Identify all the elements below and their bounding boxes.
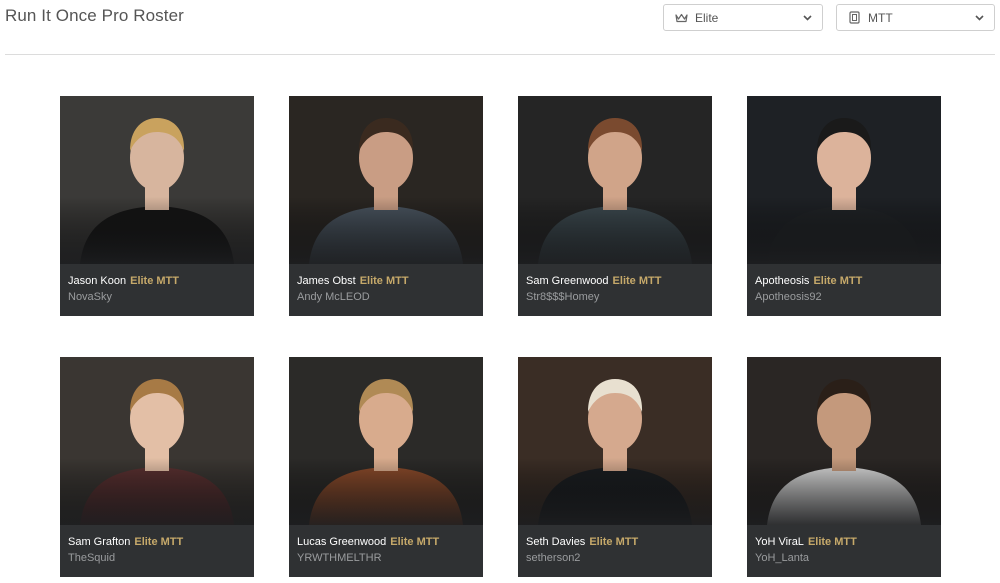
player-name-line: Jason Koon Elite MTT <box>68 275 179 287</box>
player-tier-tag: Elite MTT <box>612 275 662 287</box>
player-name: Seth Davies <box>526 536 586 548</box>
player-name-line: Lucas Greenwood Elite MTT <box>297 536 439 548</box>
player-handle: setherson2 <box>526 552 581 564</box>
crown-icon <box>674 11 688 25</box>
player-info: Sam Greenwood Elite MTT Str8$$$Homey <box>518 264 712 316</box>
player-info: James Obst Elite MTT Andy McLEOD <box>289 264 483 316</box>
page-title: Run It Once Pro Roster <box>5 6 184 25</box>
player-name-line: Apotheosis Elite MTT <box>755 275 862 287</box>
player-photo <box>518 96 712 264</box>
player-handle: Str8$$$Homey <box>526 291 600 303</box>
player-card[interactable]: Sam Grafton Elite MTT TheSquid <box>60 357 254 577</box>
player-tier-tag: Elite MTT <box>589 536 639 548</box>
player-name: Sam Grafton <box>68 536 131 548</box>
player-card[interactable]: YoH ViraL Elite MTT YoH_Lanta <box>747 357 941 577</box>
player-card[interactable]: Sam Greenwood Elite MTT Str8$$$Homey <box>518 96 712 316</box>
player-tier-tag: Elite MTT <box>359 275 409 287</box>
player-tier-tag: Elite MTT <box>807 536 857 548</box>
player-info: Sam Grafton Elite MTT TheSquid <box>60 525 254 577</box>
player-info: Lucas Greenwood Elite MTT YRWTHMELTHR <box>289 525 483 577</box>
player-tier-tag: Elite MTT <box>813 275 863 287</box>
player-name: James Obst <box>297 275 356 287</box>
player-info: Apotheosis Elite MTT Apotheosis92 <box>747 264 941 316</box>
player-photo <box>60 96 254 264</box>
tier-filter-dropdown[interactable]: Elite <box>663 4 823 31</box>
player-photo <box>518 357 712 525</box>
player-info: Jason Koon Elite MTT NovaSky <box>60 264 254 316</box>
player-card[interactable]: Lucas Greenwood Elite MTT YRWTHMELTHR <box>289 357 483 577</box>
player-card[interactable]: James Obst Elite MTT Andy McLEOD <box>289 96 483 316</box>
player-name-line: Sam Grafton Elite MTT <box>68 536 183 548</box>
player-name-line: Seth Davies Elite MTT <box>526 536 638 548</box>
player-name: Jason Koon <box>68 275 127 287</box>
player-name: YoH ViraL <box>755 536 804 548</box>
player-card[interactable]: Seth Davies Elite MTT setherson2 <box>518 357 712 577</box>
player-handle: Apotheosis92 <box>755 291 822 303</box>
player-tier-tag: Elite MTT <box>134 536 184 548</box>
player-handle: Andy McLEOD <box>297 291 370 303</box>
player-photo <box>60 357 254 525</box>
player-name-line: YoH ViraL Elite MTT <box>755 536 857 548</box>
chevron-down-icon <box>975 13 985 23</box>
chevron-down-icon <box>803 13 813 23</box>
player-tier-tag: Elite MTT <box>390 536 440 548</box>
player-card[interactable]: Apotheosis Elite MTT Apotheosis92 <box>747 96 941 316</box>
player-info: Seth Davies Elite MTT setherson2 <box>518 525 712 577</box>
player-name: Apotheosis <box>755 275 810 287</box>
player-handle: YoH_Lanta <box>755 552 810 564</box>
player-photo <box>747 96 941 264</box>
format-filter-value: MTT <box>868 10 893 25</box>
header-divider <box>5 54 995 55</box>
card-icon <box>847 11 861 25</box>
player-handle: YRWTHMELTHR <box>297 552 382 564</box>
player-name-line: James Obst Elite MTT <box>297 275 409 287</box>
player-info: YoH ViraL Elite MTT YoH_Lanta <box>747 525 941 577</box>
player-tier-tag: Elite MTT <box>130 275 179 287</box>
tier-filter-value: Elite <box>695 10 719 25</box>
player-name: Sam Greenwood <box>526 275 609 287</box>
player-name-line: Sam Greenwood Elite MTT <box>526 275 661 287</box>
player-handle: NovaSky <box>68 291 113 303</box>
player-photo <box>747 357 941 525</box>
player-handle: TheSquid <box>68 552 116 564</box>
player-name: Lucas Greenwood <box>297 536 387 548</box>
format-filter-dropdown[interactable]: MTT <box>836 4 995 31</box>
player-photo <box>289 96 483 264</box>
player-photo <box>289 357 483 525</box>
player-card[interactable]: Jason Koon Elite MTT NovaSky <box>60 96 254 316</box>
